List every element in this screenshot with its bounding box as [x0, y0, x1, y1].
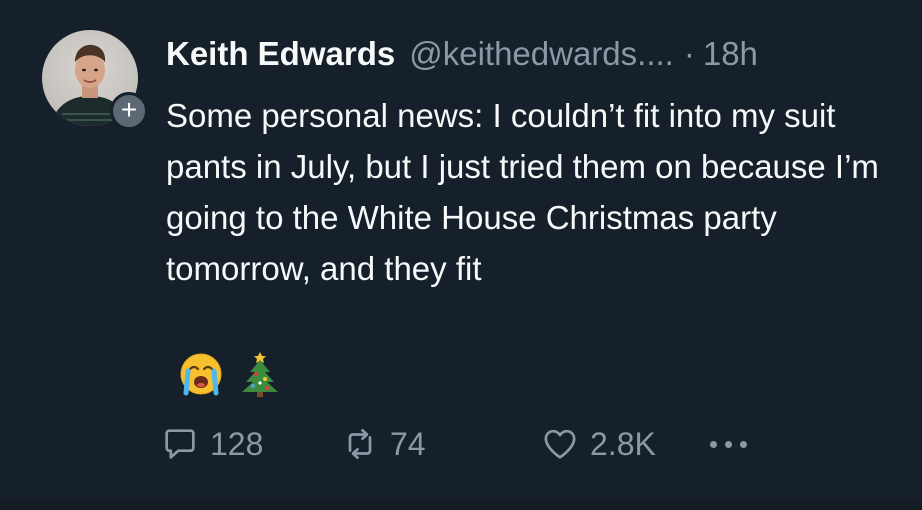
- reply-button[interactable]: 128: [160, 424, 340, 464]
- author-handle[interactable]: @keithedwards....: [409, 35, 674, 73]
- tweet-text: Some personal news: I couldn’t fit into …: [166, 97, 879, 287]
- more-dot: [725, 440, 732, 448]
- emoji-row: [178, 350, 280, 398]
- more-options-icon[interactable]: [710, 440, 747, 448]
- reply-icon: [165, 429, 195, 459]
- tweet-header: Keith Edwards @keithedwards.... · 18h: [166, 35, 758, 85]
- author-name[interactable]: Keith Edwards: [166, 35, 395, 73]
- more-dot: [710, 440, 717, 448]
- retweet-count: 74: [390, 425, 426, 462]
- loudly-crying-face-icon: [180, 353, 222, 396]
- like-count: 2.8K: [590, 425, 656, 462]
- separator-dot: ·: [683, 35, 695, 72]
- reply-count: 128: [210, 425, 264, 462]
- like-button[interactable]: 2.8K: [540, 424, 710, 464]
- timestamp[interactable]: 18h: [703, 35, 758, 73]
- heart-icon: [544, 429, 576, 459]
- tweet-card[interactable]: + Keith Edwards @keithedwards.... · 18h …: [0, 0, 922, 510]
- avatar-container[interactable]: +: [42, 30, 148, 130]
- christmas-tree-icon: [242, 352, 278, 397]
- follow-plus-icon[interactable]: +: [110, 92, 148, 130]
- action-bar: 128 74 2.8K: [160, 420, 747, 468]
- more-dot: [740, 440, 747, 448]
- retweet-icon: [348, 429, 372, 459]
- retweet-button[interactable]: 74: [340, 424, 540, 464]
- bottom-divider: [0, 498, 922, 510]
